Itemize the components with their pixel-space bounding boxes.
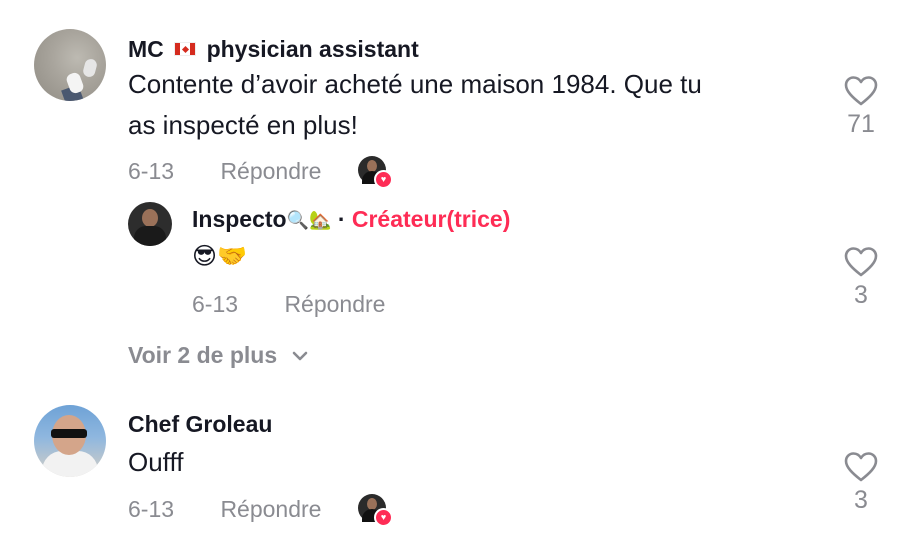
heart-badge-icon: ♥: [374, 508, 393, 527]
house-icon: 🏡: [309, 210, 332, 230]
heart-outline-icon: [844, 452, 878, 482]
comment-meta: 6-13 Répondre: [192, 291, 385, 318]
magnifier-icon: 🔍: [286, 210, 309, 230]
comment-text-line: Contente d’avoir acheté une maison 1984.…: [128, 69, 702, 99]
comment-text: Contente d’avoir acheté une maison 1984.…: [128, 64, 702, 146]
username-suffix: physician assistant: [206, 36, 419, 62]
username-text: MC: [128, 36, 164, 62]
like-button[interactable]: 71: [831, 76, 891, 139]
username-text: Inspecto: [192, 206, 287, 232]
view-more-label: Voir 2 de plus: [128, 342, 278, 368]
comment-username[interactable]: MC physician assistant: [128, 36, 419, 63]
like-count: 3: [854, 486, 868, 514]
reply-button[interactable]: Répondre: [220, 496, 321, 522]
comment-meta: 6-13 Répondre: [128, 158, 321, 185]
like-button[interactable]: 3: [831, 452, 891, 515]
avatar[interactable]: [34, 405, 106, 477]
heart-outline-icon: [844, 76, 878, 106]
comment-text: Oufff: [128, 447, 184, 477]
comment-date: 6-13: [192, 291, 239, 317]
canada-flag-icon: [174, 42, 197, 56]
comment-text-line: as inspecté en plus!: [128, 110, 358, 140]
reply-button[interactable]: Répondre: [284, 291, 385, 317]
chevron-down-icon: [292, 340, 308, 367]
comment-username[interactable]: Inspecto🔍🏡 · Créateur(trice): [192, 206, 510, 233]
avatar[interactable]: [128, 202, 172, 246]
creator-liked-avatar: ♥: [358, 494, 393, 527]
heart-badge-icon: ♥: [374, 170, 393, 189]
reply-button[interactable]: Répondre: [220, 158, 321, 184]
heart-outline-icon: [844, 247, 878, 277]
like-button[interactable]: 3: [831, 247, 891, 310]
like-count: 71: [847, 110, 875, 138]
view-more-replies-button[interactable]: Voir 2 de plus: [128, 340, 308, 369]
avatar[interactable]: [34, 29, 106, 101]
comment-date: 6-13: [128, 496, 175, 522]
creator-badge: Créateur(trice): [351, 206, 511, 232]
comment-text: 😎🤝: [192, 243, 247, 270]
creator-liked-avatar: ♥: [358, 156, 393, 189]
username-text: Chef Groleau: [128, 411, 273, 437]
comment-username[interactable]: Chef Groleau: [128, 411, 272, 438]
like-count: 3: [854, 281, 868, 309]
comment-date: 6-13: [128, 158, 175, 184]
separator: ·: [337, 206, 346, 232]
comment-meta: 6-13 Répondre: [128, 496, 321, 523]
